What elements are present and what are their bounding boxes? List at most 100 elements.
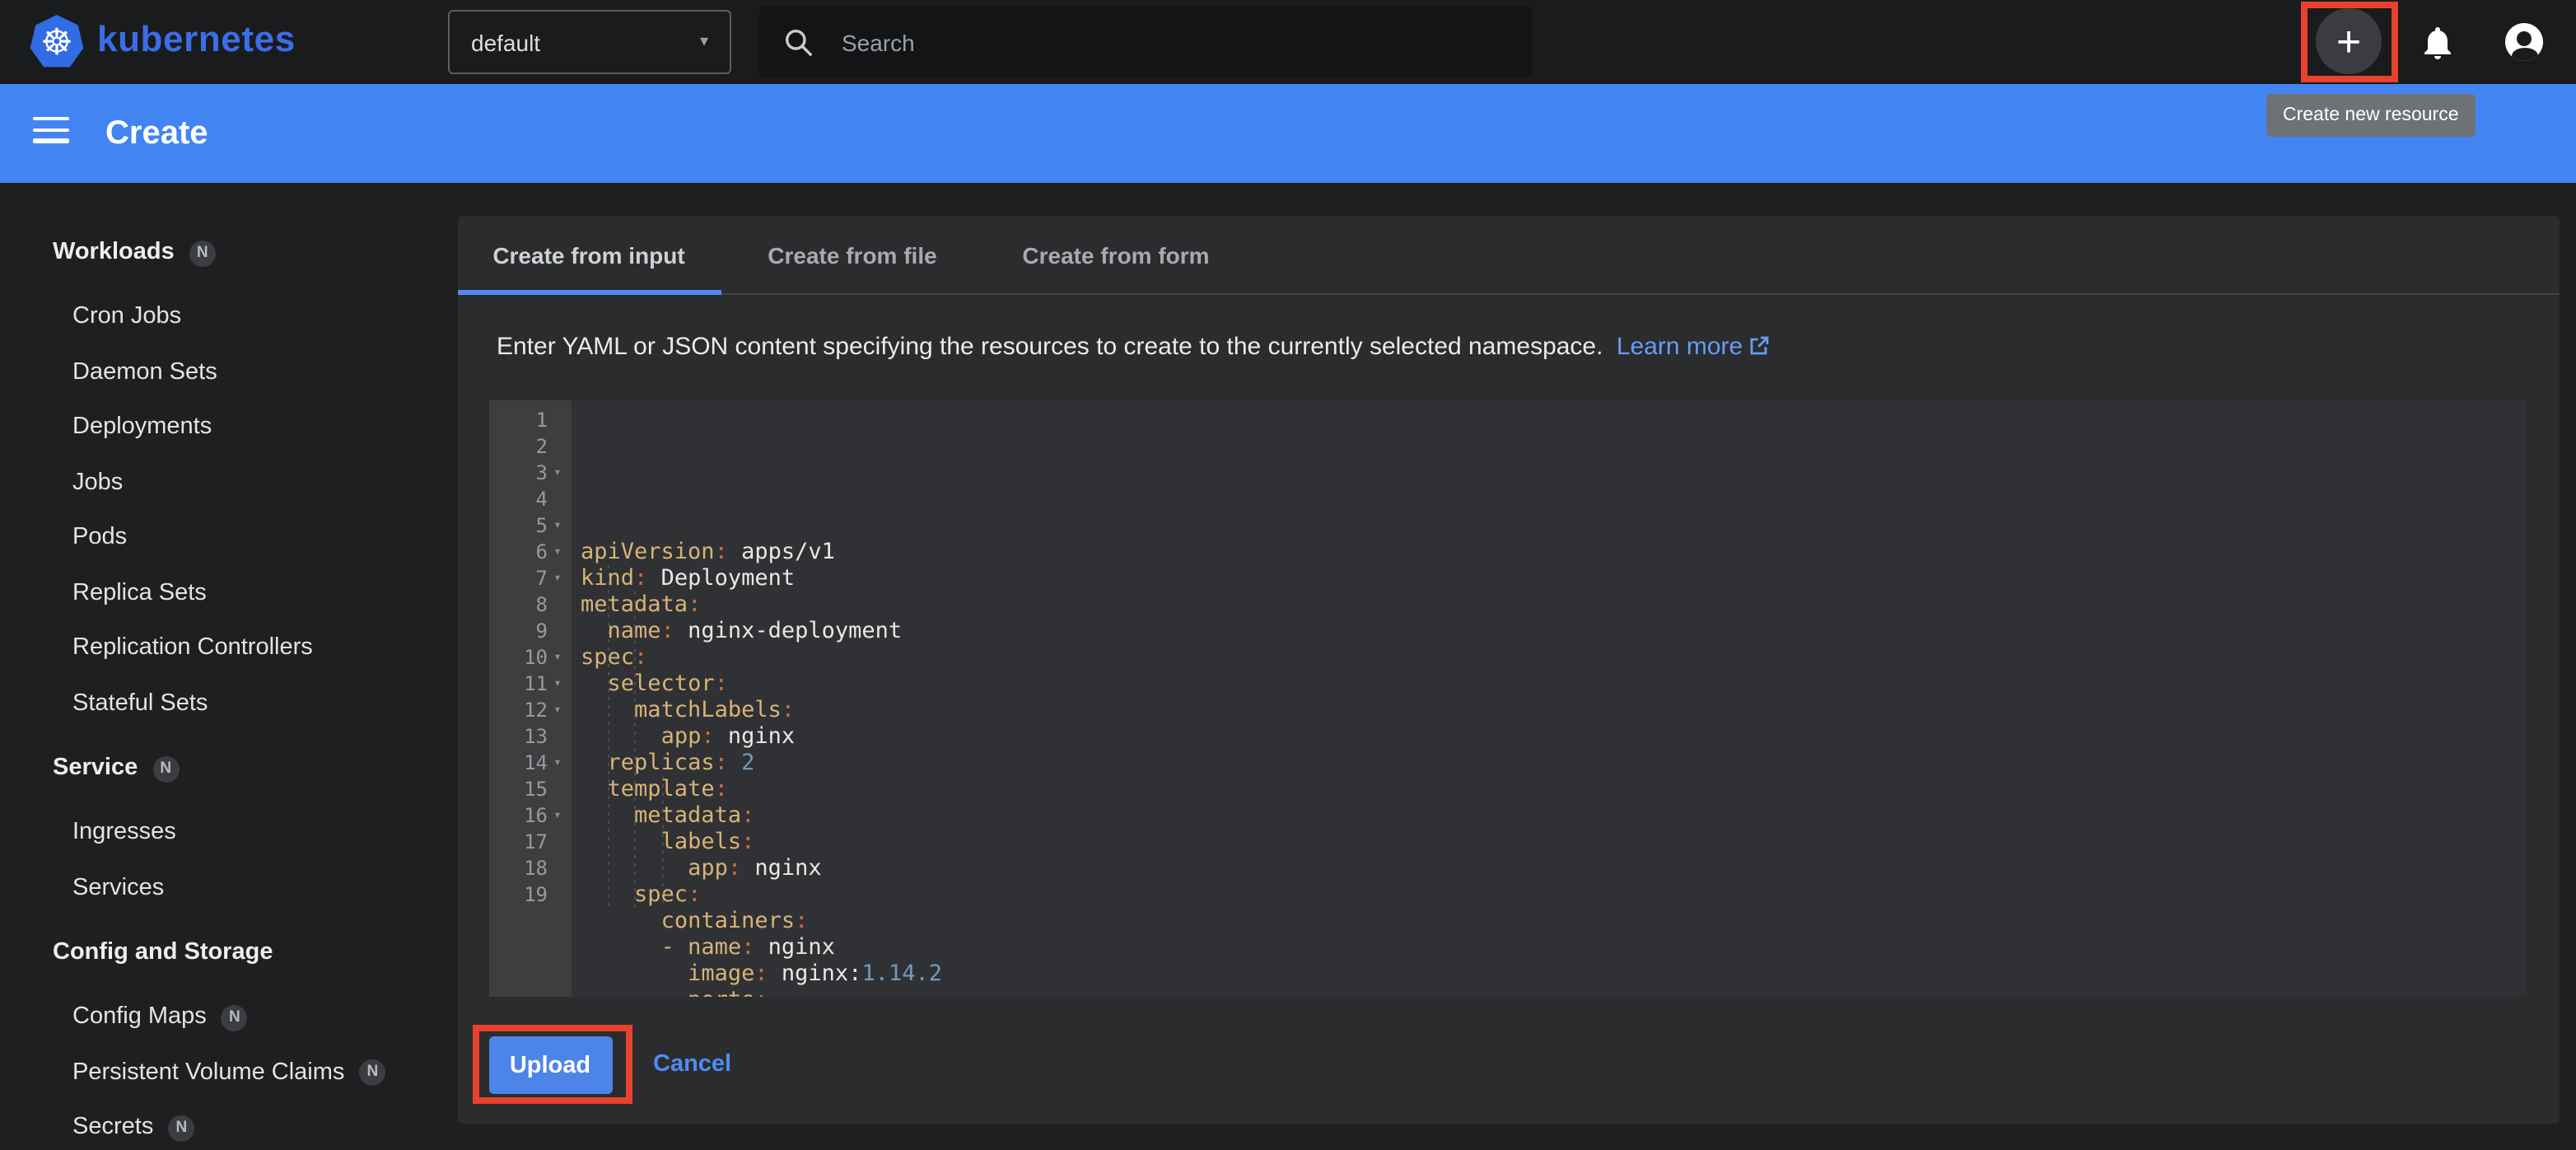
sidebar-item-label: Replication Controllers [72, 634, 313, 661]
sidebar-item-replication-controllers[interactable]: Replication Controllers [0, 621, 456, 676]
line-number: 12▾ [489, 697, 571, 723]
indent-guide [634, 591, 636, 908]
upload-button[interactable]: Upload [488, 1036, 612, 1094]
sidebar-item-stateful-sets[interactable]: Stateful Sets [0, 676, 456, 732]
sidebar-item-replica-sets[interactable]: Replica Sets [0, 566, 456, 621]
code-token: app [661, 723, 702, 750]
sidebar-item-daemon-sets[interactable]: Daemon Sets [0, 345, 456, 400]
sidebar-group-service: Service N Ingresses Services [0, 741, 456, 916]
line-number: 2 [489, 433, 571, 460]
sidebar-item-jobs[interactable]: Jobs [0, 456, 456, 511]
code-token: : [701, 723, 714, 750]
tab-create-from-input[interactable]: Create from input [457, 216, 721, 293]
fold-toggle-icon[interactable]: ▾ [548, 671, 567, 697]
line-number-label: 7 [536, 565, 548, 591]
code-token [581, 987, 688, 997]
code-token: : [782, 697, 795, 723]
sidebar-item-label: Pods [72, 524, 127, 550]
code-token: nginx: [768, 961, 862, 987]
fold-toggle-icon[interactable]: ▾ [548, 512, 567, 539]
code-token: : [661, 618, 674, 644]
line-number: 17 [489, 829, 571, 855]
code-token [581, 776, 608, 802]
hamburger-menu-button[interactable] [33, 117, 69, 143]
code-line: spec: [581, 644, 2527, 671]
page-title: Create [105, 84, 208, 183]
new-badge: N [152, 755, 179, 782]
sidebar-item-persistent-volume-claims[interactable]: Persistent Volume ClaimsN [0, 1045, 456, 1101]
sidebar-item-service[interactable]: Service N [0, 741, 456, 796]
line-number-label: 2 [536, 433, 548, 460]
line-number-label: 10 [524, 644, 548, 671]
sidebar-item-pods[interactable]: Pods [0, 511, 456, 566]
sidebar-item-label: Stateful Sets [72, 690, 208, 716]
sidebar-item-label: Services [72, 874, 164, 900]
learn-more-link[interactable]: Learn more [1617, 333, 1743, 361]
editor-gutter: 123▾45▾6▾7▾8910▾11▾12▾1314▾1516▾171819 [489, 400, 571, 997]
line-number: 4 [489, 486, 571, 512]
new-badge: N [359, 1059, 385, 1086]
notifications-button[interactable] [2418, 23, 2457, 63]
code-token: - name [661, 934, 742, 961]
sidebar-group-label: Service [53, 755, 138, 781]
sidebar-item-config-and-storage[interactable]: Config and Storage [0, 926, 456, 980]
sidebar-item-config-maps[interactable]: Config MapsN [0, 990, 456, 1045]
search-bar[interactable] [759, 7, 1532, 77]
line-number-label: 15 [524, 776, 548, 802]
line-number: 6▾ [489, 539, 571, 565]
line-number-label: 17 [524, 829, 548, 855]
sidebar-item-workloads[interactable]: WorkloadsN [0, 226, 456, 280]
indent-guide [661, 776, 663, 908]
code-token [581, 750, 608, 776]
line-number-label: 12 [524, 697, 548, 723]
code-line: template: [581, 776, 2527, 802]
new-badge: N [222, 1004, 248, 1031]
tab-create-from-form[interactable]: Create from form [984, 216, 1248, 293]
line-number-label: 4 [536, 486, 548, 512]
code-token [581, 723, 661, 750]
account-button[interactable] [2505, 23, 2543, 61]
fold-toggle-icon[interactable]: ▾ [548, 802, 567, 829]
line-number: 16▾ [489, 802, 571, 829]
sidebar-item-deployments[interactable]: Deployments [0, 400, 456, 456]
tab-create-from-file[interactable]: Create from file [721, 216, 984, 293]
fold-toggle-icon[interactable]: ▾ [548, 565, 567, 591]
line-number: 3▾ [489, 460, 571, 486]
line-number-label: 11 [524, 671, 548, 697]
search-input[interactable] [838, 27, 1509, 57]
code-token: : [715, 750, 728, 776]
sidebar-item-services[interactable]: Services [0, 861, 456, 916]
code-line: app: nginx [581, 855, 2527, 881]
code-line: replicas: 2 [581, 750, 2527, 776]
code-token: 1.14.2 [861, 961, 942, 987]
code-token: apiVersion [581, 539, 715, 565]
code-line: app: nginx [581, 723, 2527, 750]
sidebar-item-label: Cron Jobs [72, 303, 181, 330]
code-token: app [688, 855, 728, 881]
code-token: : [688, 591, 701, 618]
yaml-editor[interactable]: 123▾45▾6▾7▾8910▾11▾12▾1314▾1516▾171819 a… [489, 400, 2527, 997]
fold-toggle-icon[interactable]: ▾ [548, 750, 567, 776]
line-number-label: 8 [536, 591, 548, 618]
indent-guide [607, 565, 609, 908]
sidebar-item-secrets[interactable]: SecretsN [0, 1101, 456, 1150]
code-line: kind: Deployment [581, 565, 2527, 591]
sidebar-group-label: Config and Storage [53, 939, 273, 965]
editor-code-area[interactable]: apiVersion: apps/v1kind: Deploymentmetad… [571, 400, 2527, 997]
bell-icon [2418, 23, 2457, 63]
namespace-selector[interactable]: default ▾ [448, 10, 731, 74]
line-number-label: 3 [536, 460, 548, 486]
code-token: nginx [741, 855, 822, 881]
cancel-button[interactable]: Cancel [653, 1036, 731, 1094]
code-token: selector [608, 671, 715, 697]
fold-toggle-icon[interactable]: ▾ [548, 644, 567, 671]
sidebar-item-cron-jobs[interactable]: Cron Jobs [0, 290, 456, 345]
line-number: 19 [489, 881, 571, 908]
fold-toggle-icon[interactable]: ▾ [548, 697, 567, 723]
fold-toggle-icon[interactable]: ▾ [548, 539, 567, 565]
fold-toggle-icon[interactable]: ▾ [548, 460, 567, 486]
sidebar-item-ingresses[interactable]: Ingresses [0, 806, 456, 861]
tab-bar: Create from inputCreate from fileCreate … [457, 216, 2559, 295]
code-token: : [634, 644, 647, 671]
code-token [581, 934, 661, 961]
